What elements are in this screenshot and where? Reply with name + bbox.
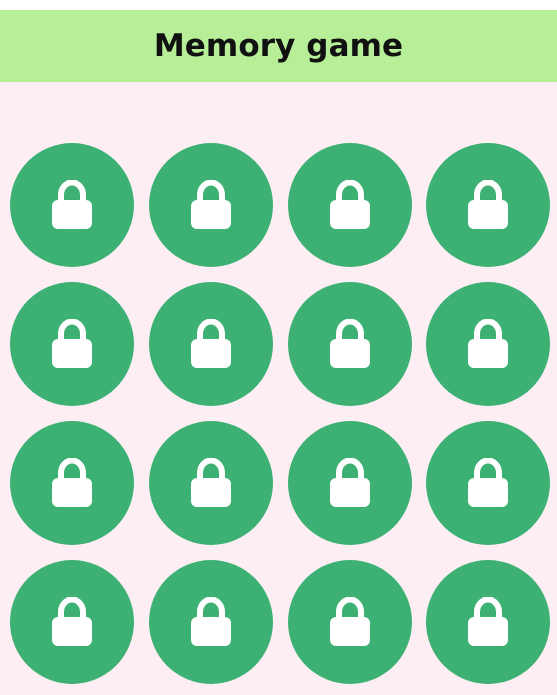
memory-game-app: Memory game bbox=[0, 0, 557, 695]
lock-icon bbox=[330, 458, 370, 507]
lock-icon bbox=[330, 180, 370, 229]
lock-icon bbox=[468, 597, 508, 646]
lock-icon bbox=[52, 458, 92, 507]
memory-card-r4c1[interactable] bbox=[10, 560, 134, 684]
memory-card-r1c1[interactable] bbox=[10, 143, 134, 267]
memory-card-r4c2[interactable] bbox=[149, 560, 273, 684]
memory-card-r4c3[interactable] bbox=[288, 560, 412, 684]
lock-icon bbox=[468, 319, 508, 368]
memory-card-r2c4[interactable] bbox=[426, 282, 550, 406]
memory-card-r3c2[interactable] bbox=[149, 421, 273, 545]
lock-icon bbox=[52, 597, 92, 646]
memory-card-r2c3[interactable] bbox=[288, 282, 412, 406]
memory-card-r3c1[interactable] bbox=[10, 421, 134, 545]
game-board bbox=[0, 82, 557, 695]
lock-icon bbox=[191, 180, 231, 229]
lock-icon bbox=[191, 597, 231, 646]
lock-icon bbox=[468, 180, 508, 229]
page-title: Memory game bbox=[153, 27, 404, 64]
memory-card-r2c2[interactable] bbox=[149, 282, 273, 406]
memory-card-r1c3[interactable] bbox=[288, 143, 412, 267]
memory-card-r4c4[interactable] bbox=[426, 560, 550, 684]
lock-icon bbox=[468, 458, 508, 507]
lock-icon bbox=[330, 319, 370, 368]
memory-card-r3c3[interactable] bbox=[288, 421, 412, 545]
lock-icon bbox=[52, 319, 92, 368]
memory-card-r1c4[interactable] bbox=[426, 143, 550, 267]
memory-card-r3c4[interactable] bbox=[426, 421, 550, 545]
lock-icon bbox=[52, 180, 92, 229]
lock-icon bbox=[330, 597, 370, 646]
header-bar: Memory game bbox=[0, 10, 557, 82]
lock-icon bbox=[191, 319, 231, 368]
lock-icon bbox=[191, 458, 231, 507]
memory-card-r1c2[interactable] bbox=[149, 143, 273, 267]
memory-card-r2c1[interactable] bbox=[10, 282, 134, 406]
